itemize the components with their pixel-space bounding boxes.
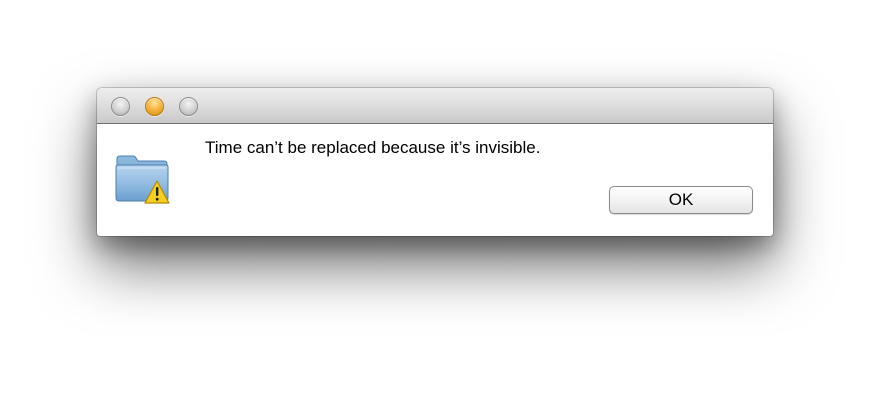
screen-background: Time can’t be replaced because it’s invi… <box>0 0 870 400</box>
dialog-content: Time can’t be replaced because it’s invi… <box>97 124 773 236</box>
ok-button[interactable]: OK <box>609 186 753 214</box>
zoom-button[interactable] <box>179 97 198 116</box>
folder-warning-icon <box>114 153 172 205</box>
close-button[interactable] <box>111 97 130 116</box>
folder-icon <box>115 155 170 204</box>
title-bar <box>97 88 773 124</box>
alert-dialog: Time can’t be replaced because it’s invi… <box>97 88 773 236</box>
minimize-button[interactable] <box>145 97 164 116</box>
alert-message: Time can’t be replaced because it’s invi… <box>205 138 541 157</box>
